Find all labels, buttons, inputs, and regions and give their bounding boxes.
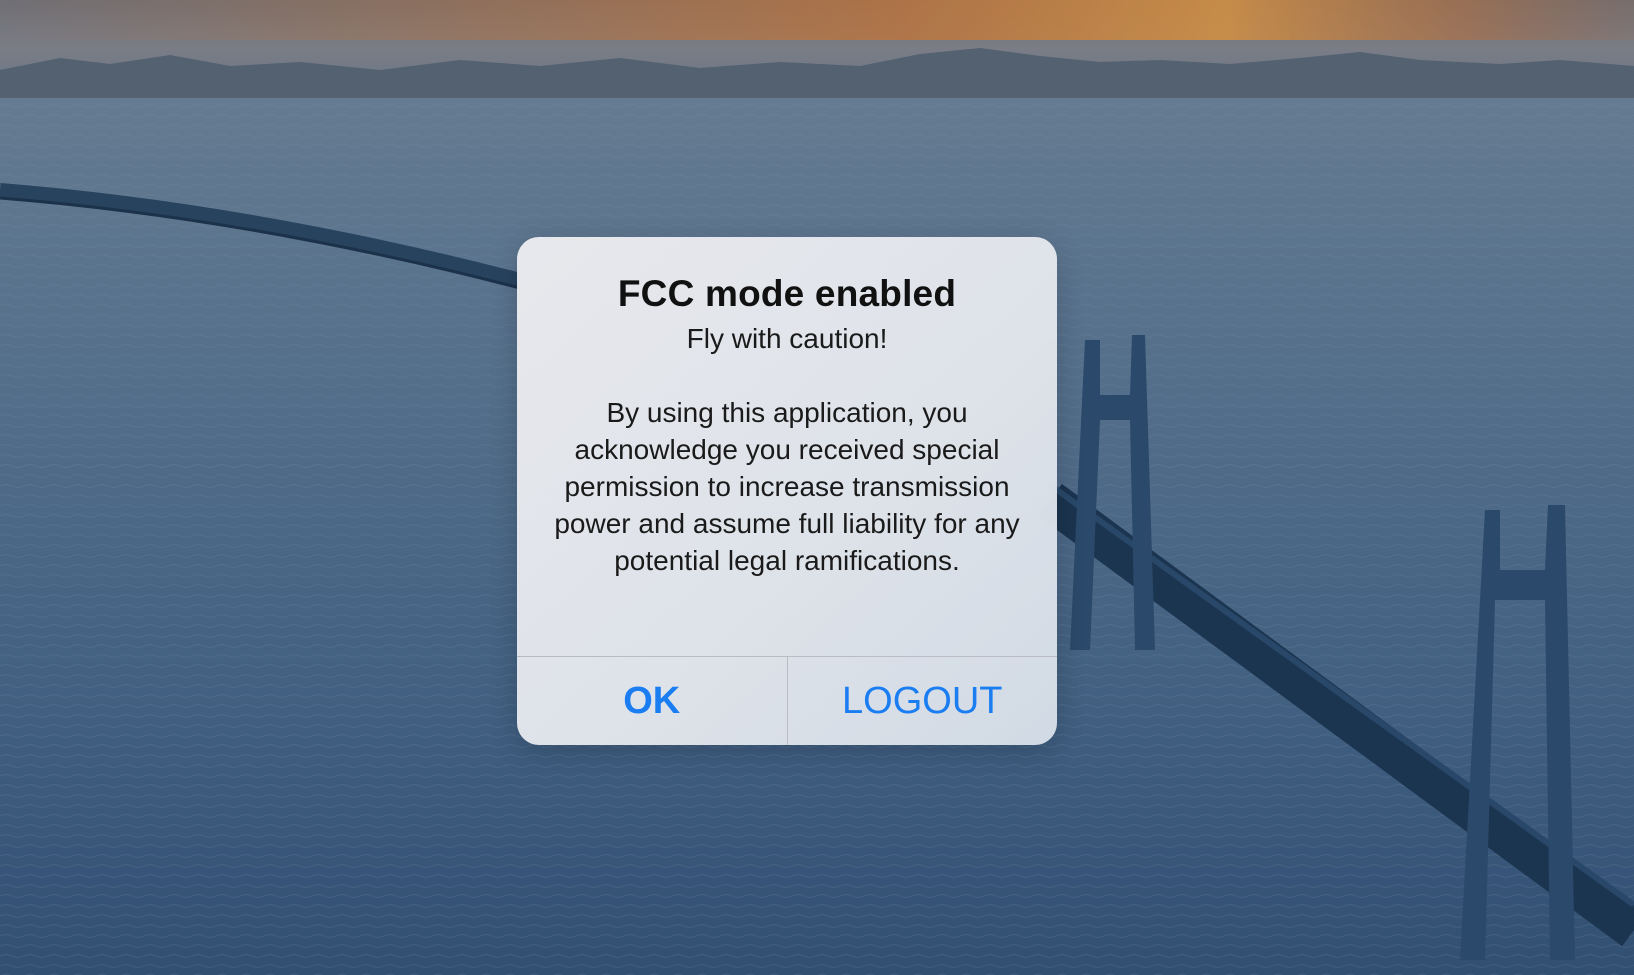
alert-button-row: OK LOGOUT — [517, 656, 1057, 745]
screen: FCC mode enabled Fly with caution! By us… — [0, 0, 1634, 975]
alert-title: FCC mode enabled — [617, 273, 957, 314]
logout-button[interactable]: LOGOUT — [788, 657, 1058, 745]
alert-subtitle: Fly with caution! — [686, 323, 888, 354]
alert-body: FCC mode enabled Fly with caution! By us… — [517, 237, 1057, 656]
alert-dialog: FCC mode enabled Fly with caution! By us… — [517, 237, 1057, 745]
alert-message: By using this application, you acknowled… — [554, 397, 1020, 576]
ok-button[interactable]: OK — [517, 657, 788, 745]
